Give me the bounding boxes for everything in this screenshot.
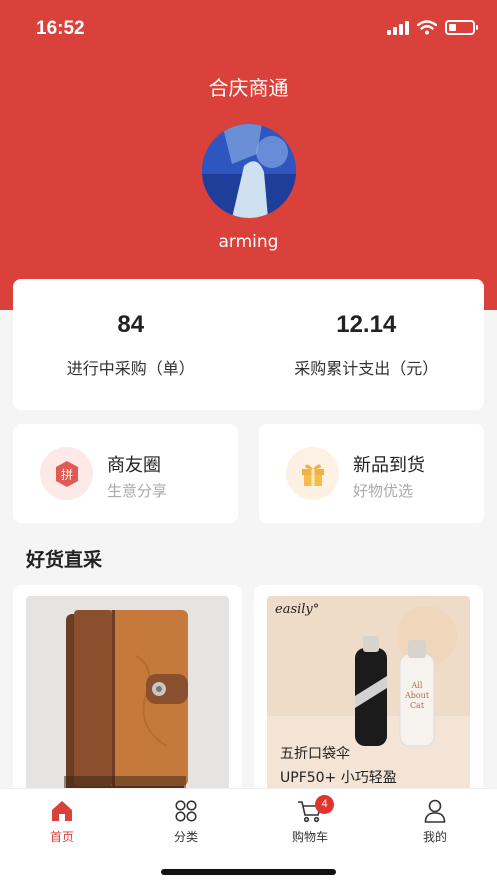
feature-subtitle: 生意分享 [107, 482, 168, 500]
tab-label: 我的 [422, 830, 447, 844]
stat-value: 12.14 [336, 311, 397, 338]
home-indicator [161, 869, 336, 875]
product-image-umbrella: All About Cat easily° 五折口袋伞 UPF50+ 小巧轻盈 [267, 596, 470, 796]
product-image-notebook [26, 596, 229, 796]
tab-home[interactable]: 首页 [7, 797, 117, 845]
svg-text:About: About [404, 691, 430, 700]
status-bar: 16:52 [0, 0, 497, 60]
svg-text:All: All [411, 681, 423, 690]
tab-label: 分类 [173, 830, 198, 844]
brand-label: easily° [275, 602, 320, 617]
pin-badge-icon: 拼 [40, 447, 93, 500]
business-circle-card[interactable]: 拼 商友圈 生意分享 [13, 424, 238, 523]
feature-subtitle: 好物优选 [353, 482, 414, 500]
battery-icon [445, 20, 478, 35]
section-title: 好货直采 [26, 549, 103, 571]
user-icon [380, 797, 490, 825]
stat-total-spend[interactable]: 12.14 采购累计支出（元） [249, 279, 485, 410]
app-title: 合庆商通 [208, 76, 289, 100]
status-icons [387, 20, 478, 35]
stats-card: 84 进行中采购（单） 12.14 采购累计支出（元） [13, 279, 484, 410]
gift-icon [286, 447, 339, 500]
profile-header: 16:52 合庆商通 arming [0, 0, 497, 310]
stat-value: 84 [117, 311, 145, 338]
wifi-icon [417, 20, 437, 35]
avatar[interactable] [202, 124, 296, 218]
category-icon [131, 797, 241, 825]
tab-category[interactable]: 分类 [131, 797, 241, 845]
product-card[interactable] [13, 585, 242, 805]
tab-label: 购物车 [291, 830, 328, 844]
home-icon [7, 797, 117, 825]
stat-ongoing-purchases[interactable]: 84 进行中采购（单） [13, 279, 249, 410]
stat-label: 进行中采购（单） [66, 359, 195, 378]
product-card[interactable]: All About Cat easily° 五折口袋伞 UPF50+ 小巧轻盈 [254, 585, 483, 805]
tab-mine[interactable]: 我的 [380, 797, 490, 845]
cart-icon [255, 797, 365, 825]
promo-line-2: UPF50+ 小巧轻盈 [280, 770, 397, 786]
cart-badge: 4 [315, 795, 334, 814]
username: arming [218, 232, 279, 252]
svg-text:拼: 拼 [60, 468, 72, 482]
status-time: 16:52 [36, 18, 85, 39]
new-arrivals-card[interactable]: 新品到货 好物优选 [259, 424, 484, 523]
svg-text:Cat: Cat [410, 701, 425, 710]
stat-label: 采购累计支出（元） [294, 359, 439, 378]
feature-title: 商友圈 [107, 455, 161, 476]
tab-cart[interactable]: 4 购物车 [255, 795, 365, 845]
feature-title: 新品到货 [353, 455, 425, 476]
signal-icon [387, 20, 409, 35]
tab-label: 首页 [49, 830, 74, 844]
promo-line-1: 五折口袋伞 [280, 746, 350, 762]
